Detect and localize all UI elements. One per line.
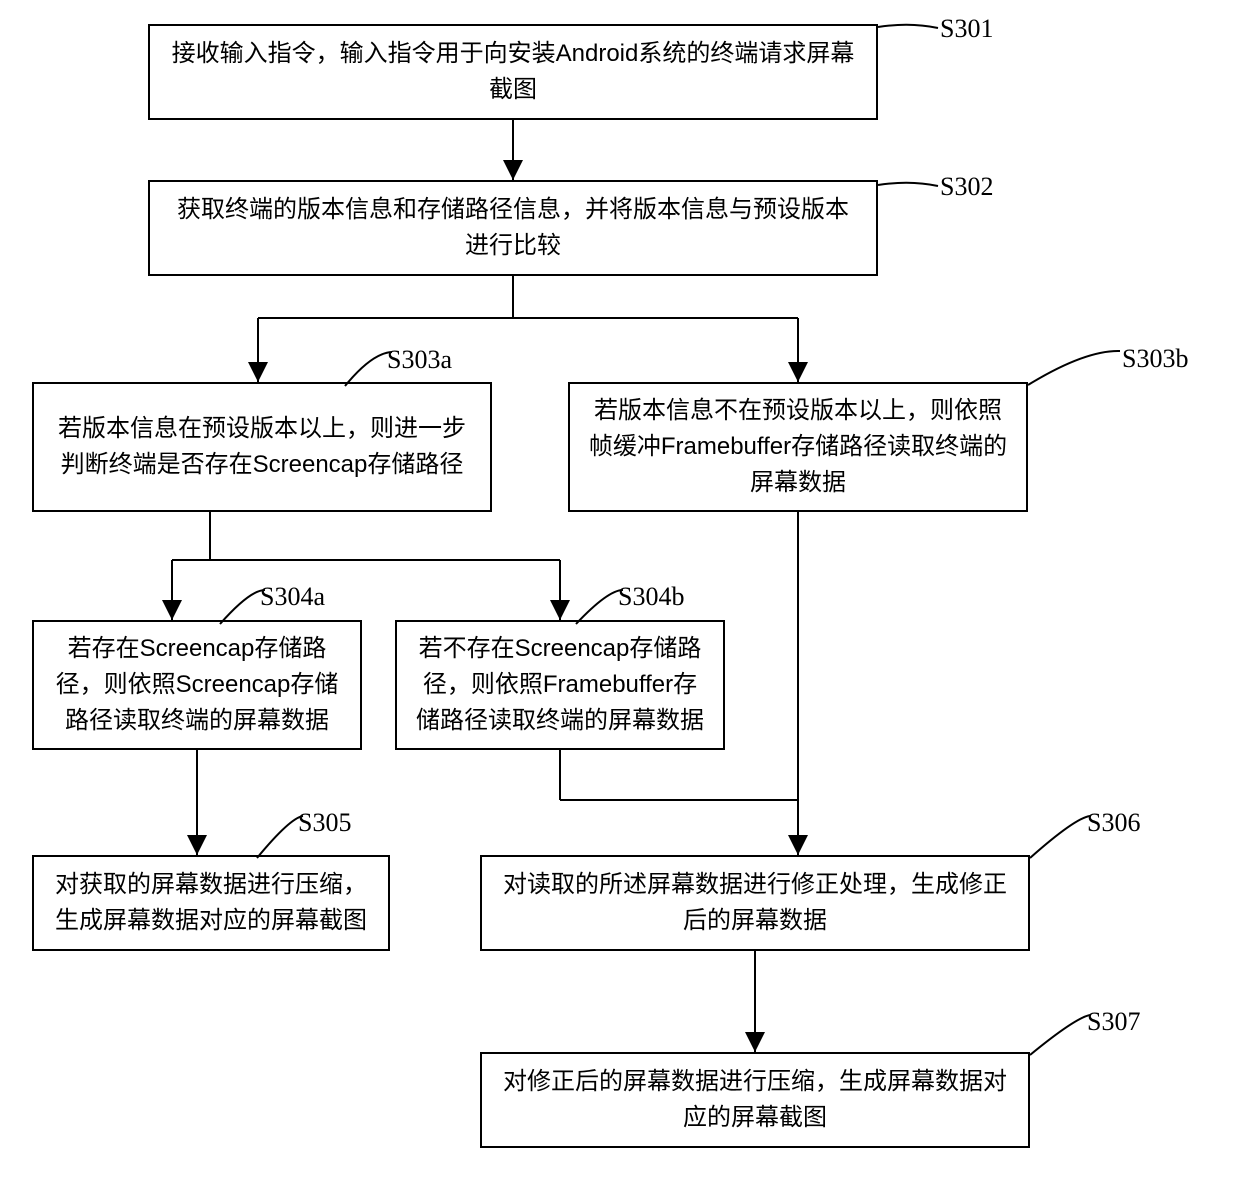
- step-s304b-label: S304b: [618, 582, 684, 612]
- step-s307-box: 对修正后的屏幕数据进行压缩，生成屏幕数据对应的屏幕截图: [480, 1052, 1030, 1148]
- step-s301-box: 接收输入指令，输入指令用于向安装Android系统的终端请求屏幕截图: [148, 24, 878, 120]
- step-s304b-text: 若不存在Screencap存储路径，则依照Framebuffer存储路径读取终端…: [415, 631, 705, 739]
- step-s303a-text: 若版本信息在预设版本以上，则进一步判断终端是否存在Screencap存储路径: [52, 411, 472, 483]
- step-s305-box: 对获取的屏幕数据进行压缩，生成屏幕数据对应的屏幕截图: [32, 855, 390, 951]
- step-s304a-box: 若存在Screencap存储路径，则依照Screencap存储路径读取终端的屏幕…: [32, 620, 362, 750]
- step-s306-label: S306: [1087, 808, 1140, 838]
- step-s302-box: 获取终端的版本信息和存储路径信息，并将版本信息与预设版本进行比较: [148, 180, 878, 276]
- step-s303b-text: 若版本信息不在预设版本以上，则依照帧缓冲Framebuffer存储路径读取终端的…: [588, 393, 1008, 501]
- step-s306-box: 对读取的所述屏幕数据进行修正处理，生成修正后的屏幕数据: [480, 855, 1030, 951]
- step-s304a-label: S304a: [260, 582, 325, 612]
- step-s304b-box: 若不存在Screencap存储路径，则依照Framebuffer存储路径读取终端…: [395, 620, 725, 750]
- step-s307-text: 对修正后的屏幕数据进行压缩，生成屏幕数据对应的屏幕截图: [500, 1064, 1010, 1136]
- step-s303a-box: 若版本信息在预设版本以上，则进一步判断终端是否存在Screencap存储路径: [32, 382, 492, 512]
- step-s305-text: 对获取的屏幕数据进行压缩，生成屏幕数据对应的屏幕截图: [52, 867, 370, 939]
- step-s301-label: S301: [940, 14, 993, 44]
- step-s301-text: 接收输入指令，输入指令用于向安装Android系统的终端请求屏幕截图: [168, 36, 858, 108]
- step-s303a-label: S303a: [387, 345, 452, 375]
- step-s302-text: 获取终端的版本信息和存储路径信息，并将版本信息与预设版本进行比较: [168, 192, 858, 264]
- step-s303b-box: 若版本信息不在预设版本以上，则依照帧缓冲Framebuffer存储路径读取终端的…: [568, 382, 1028, 512]
- step-s304a-text: 若存在Screencap存储路径，则依照Screencap存储路径读取终端的屏幕…: [52, 631, 342, 739]
- step-s307-label: S307: [1087, 1007, 1140, 1037]
- step-s303b-label: S303b: [1122, 344, 1188, 374]
- step-s306-text: 对读取的所述屏幕数据进行修正处理，生成修正后的屏幕数据: [500, 867, 1010, 939]
- step-s305-label: S305: [298, 808, 351, 838]
- step-s302-label: S302: [940, 172, 993, 202]
